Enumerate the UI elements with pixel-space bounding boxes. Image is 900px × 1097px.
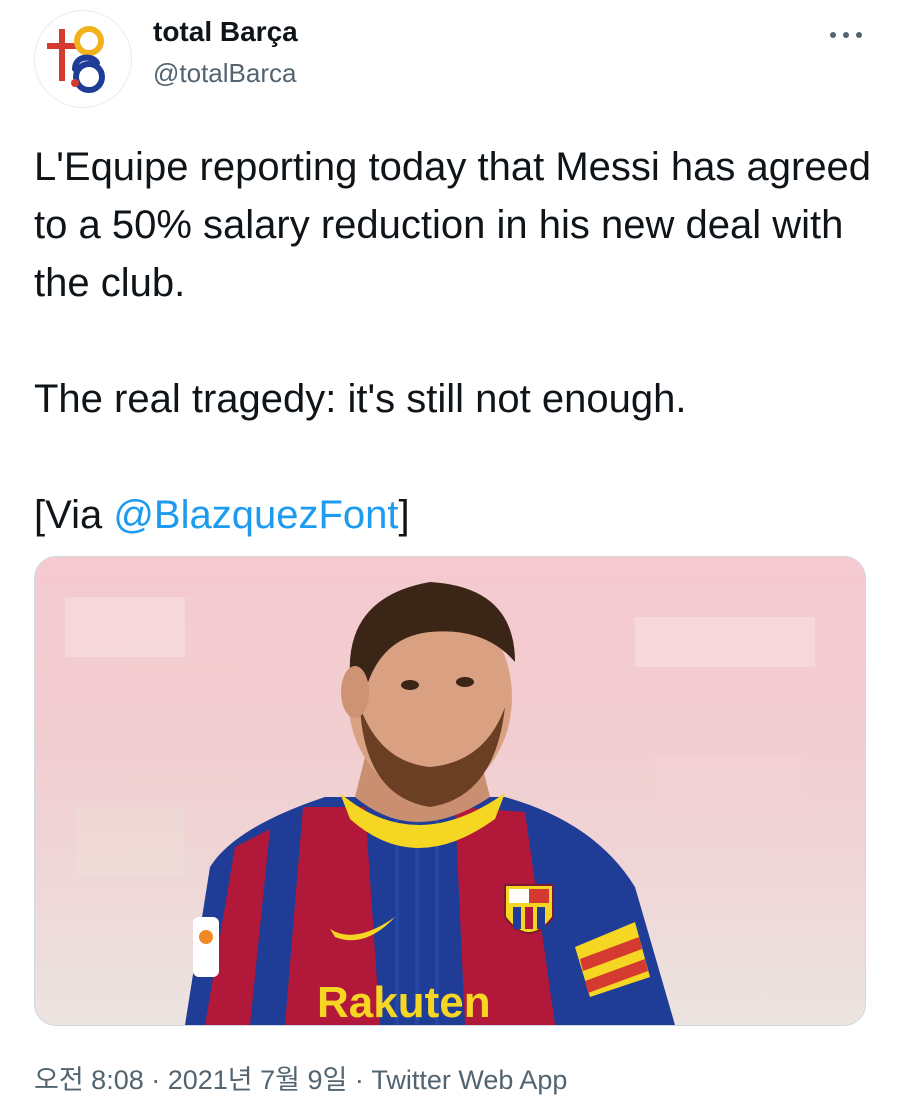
more-options-icon[interactable] <box>830 20 862 50</box>
user-handle[interactable]: @totalBarca <box>153 58 296 89</box>
tweet-time[interactable]: 오전 8:08 <box>34 1065 144 1095</box>
tweet-paragraph-2: The real tragedy: it's still not enough. <box>34 377 687 421</box>
avatar[interactable] <box>34 10 132 108</box>
tweet-photo[interactable]: Rakuten <box>34 556 866 1026</box>
tweet-paragraph-3: [Via @BlazquezFont] <box>34 486 874 544</box>
meta-separator: · <box>143 1065 168 1095</box>
sponsor-text: Rakuten <box>317 978 491 1025</box>
tweet-text: L'Equipe reporting today that Messi has … <box>34 138 874 544</box>
source-app-link[interactable]: Twitter Web App <box>371 1065 567 1095</box>
tweet-date[interactable]: 2021년 7월 9일 <box>168 1065 348 1095</box>
display-name[interactable]: total Barça <box>153 16 298 48</box>
via-prefix: [Via <box>34 493 114 537</box>
tweet-metadata: 오전 8:08 · 2021년 7월 9일 · Twitter Web App <box>34 1058 567 1097</box>
mention-link[interactable]: @BlazquezFont <box>113 493 398 537</box>
totalbarca-logo <box>47 26 105 93</box>
via-suffix: ] <box>398 493 410 537</box>
meta-separator: · <box>347 1065 372 1095</box>
player-illustration: Rakuten <box>35 557 865 1025</box>
tweet-paragraph-1: L'Equipe reporting today that Messi has … <box>34 145 872 305</box>
